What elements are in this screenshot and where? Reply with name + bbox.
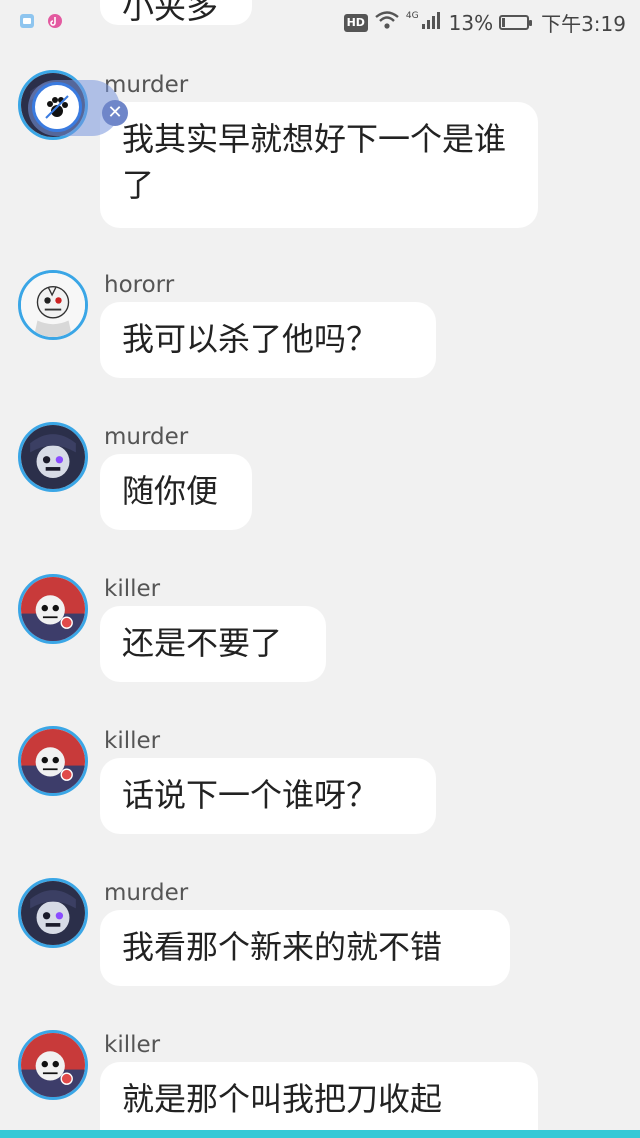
murder-avatar: [21, 881, 85, 945]
notification-app-icon: [18, 12, 36, 30]
tiktok-icon: [46, 12, 64, 30]
floating-assistant[interactable]: ✕: [22, 74, 128, 138]
avatar-hororr[interactable]: [18, 270, 88, 340]
username: hororr: [104, 272, 175, 298]
battery-percent: 13%: [448, 10, 494, 35]
avatar-killer[interactable]: [18, 1030, 88, 1100]
avatar-killer[interactable]: [18, 726, 88, 796]
close-icon[interactable]: ✕: [102, 100, 128, 126]
signal-icon: [421, 10, 443, 35]
chat-screen: HD 4G 13% 下午3:19 小夹多 murder 我其实早就想好下一个是谁…: [0, 0, 640, 1138]
username: killer: [104, 1032, 161, 1058]
clock: 下午3:19: [541, 12, 626, 36]
avatar-murder[interactable]: [18, 878, 88, 948]
message-bubble[interactable]: 还是不要了: [100, 606, 326, 682]
status-bar: HD 4G 13% 下午3:19: [0, 0, 640, 44]
message-text: 我可以杀了他吗？: [122, 320, 379, 358]
username: killer: [104, 576, 161, 602]
horror-avatar: [21, 273, 85, 337]
message-bubble[interactable]: 就是那个叫我把刀收起: [100, 1062, 538, 1138]
killer-avatar: [21, 729, 85, 793]
avatar-killer[interactable]: [18, 574, 88, 644]
message-text: 话说下一个谁呀？: [122, 776, 379, 814]
message-text: 我看那个新来的就不错: [122, 928, 443, 966]
message-bubble[interactable]: 我看那个新来的就不错: [100, 910, 510, 986]
username: murder: [104, 424, 189, 450]
battery-icon: [499, 15, 533, 30]
hd-badge: HD: [343, 13, 368, 32]
message-text: 还是不要了: [122, 624, 283, 662]
wifi-icon: [374, 10, 400, 35]
message-text: 我其实早就想好下一个是谁了: [122, 120, 507, 204]
status-bar-notifications: [18, 12, 64, 30]
message-bubble[interactable]: 我可以杀了他吗？: [100, 302, 436, 378]
avatar-murder[interactable]: [18, 422, 88, 492]
network-type: 4G: [405, 10, 419, 21]
battery-fill: [502, 18, 506, 27]
message-text: 就是那个叫我把刀收起: [122, 1080, 443, 1118]
username: killer: [104, 728, 161, 754]
killer-avatar: [21, 1033, 85, 1097]
message-bubble[interactable]: 我其实早就想好下一个是谁了: [100, 102, 538, 228]
message-bubble[interactable]: 话说下一个谁呀？: [100, 758, 436, 834]
message-text: 随你便: [122, 472, 219, 510]
killer-avatar: [21, 577, 85, 641]
paw-icon[interactable]: [32, 82, 82, 132]
status-bar-indicators: HD 4G 13% 下午3:19: [343, 8, 626, 37]
username: murder: [104, 880, 189, 906]
message-bubble[interactable]: 随你便: [100, 454, 252, 530]
bottom-strip: [0, 1130, 640, 1138]
murder-avatar: [21, 425, 85, 489]
